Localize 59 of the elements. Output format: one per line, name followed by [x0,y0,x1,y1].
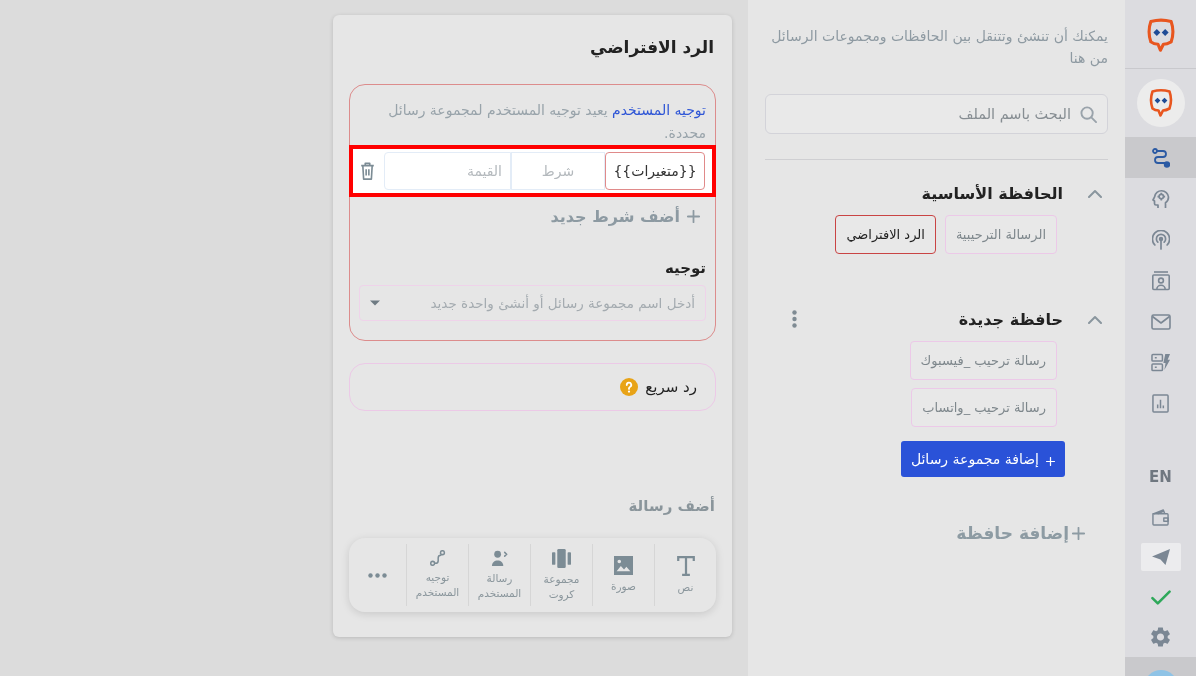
message-type-button[interactable]: صورة [592,544,654,606]
folder-title: الحافظة الأساسية [921,183,1063,203]
add-folder-button[interactable]: إضافة حافظة [956,520,1085,546]
contact-card-icon [1151,270,1170,291]
wallet-icon [1152,508,1169,526]
message-group-button[interactable]: رسالة ترحيب _فيسبوك [909,341,1057,380]
caret-icon [370,300,380,306]
redirect-select[interactable]: أدخل اسم مجموعة رسائل أو أنشئ واحدة جديد [359,285,706,321]
search-field[interactable]: البحث باسم الملف [765,94,1108,134]
more-icon [368,572,387,578]
operator-field[interactable]: شرط [511,152,605,190]
quick-reply-card[interactable]: رد سريع [349,363,716,411]
message-type-button[interactable]: توجيه المستخدم [406,544,468,606]
paper-plane-icon [1150,548,1171,566]
route-icon [429,550,446,566]
chevron-up-icon[interactable] [1088,314,1102,324]
panel-description: يمكنك أن تنشئ وتتنقل بين الحافظات ومجموعات الرسائل من هنا [770,26,1108,69]
carousel-icon [552,548,571,568]
user-redirect-link[interactable]: توجيه المستخدم [612,102,706,118]
add-group-button[interactable]: إضافة مجموعة رسائل [900,441,1065,477]
redirect-description: توجيه المستخدم يعيد توجيه المستخدم لمجموعة رسائل محددة. [387,101,706,143]
help-icon[interactable] [620,378,639,396]
add-message-title: أضف رسالة [628,495,716,517]
settings-icon [1151,627,1170,647]
variable-select[interactable]: {{متغيرات}} [605,152,705,190]
sidebar-tool-button[interactable] [1140,543,1181,571]
user-reply-icon [491,549,508,567]
text-icon [676,555,695,576]
folder-title: حافظة جديدة [958,309,1063,329]
message-type-button[interactable]: مجموعة كروت [530,544,592,606]
chevron-up-icon[interactable] [1088,188,1102,198]
app-logo-icon [1145,17,1176,52]
message-group-button[interactable]: رسالة ترحيب _واتساب [911,388,1057,427]
check-icon [1150,589,1171,605]
panel-title: الرد الافتراضي [590,36,715,59]
sidebar-nav-button[interactable] [1125,137,1196,178]
mail-icon [1150,313,1171,330]
value-field[interactable]: القيمة [384,152,511,190]
message-type-button[interactable]: رسالة المستخدم [468,544,530,606]
plus-icon [1072,526,1085,540]
add-condition-button[interactable]: أضف شرط جديد [546,204,706,228]
message-group-button[interactable]: الرسالة الترحيبية [944,215,1057,254]
route-icon [1151,147,1170,168]
message-group-button[interactable]: الرد الافتراضي [835,215,936,254]
language-button[interactable]: EN [1125,457,1196,497]
server-bolt-icon [1150,353,1171,372]
plus-icon [687,209,700,223]
bot-avatar-icon [1136,79,1185,127]
search-icon [1080,105,1097,123]
broadcast-icon [1151,229,1170,250]
head-gear-icon [1151,188,1170,209]
plus-icon [1046,457,1055,466]
trash-icon[interactable] [360,162,375,180]
image-icon [614,556,633,575]
quick-reply-label: رد سريع [645,378,697,396]
message-type-button[interactable]: نص [654,544,716,606]
kebab-menu-icon[interactable] [792,310,797,328]
redirect-label: توجيه [664,258,706,279]
bar-chart-icon [1152,394,1169,413]
